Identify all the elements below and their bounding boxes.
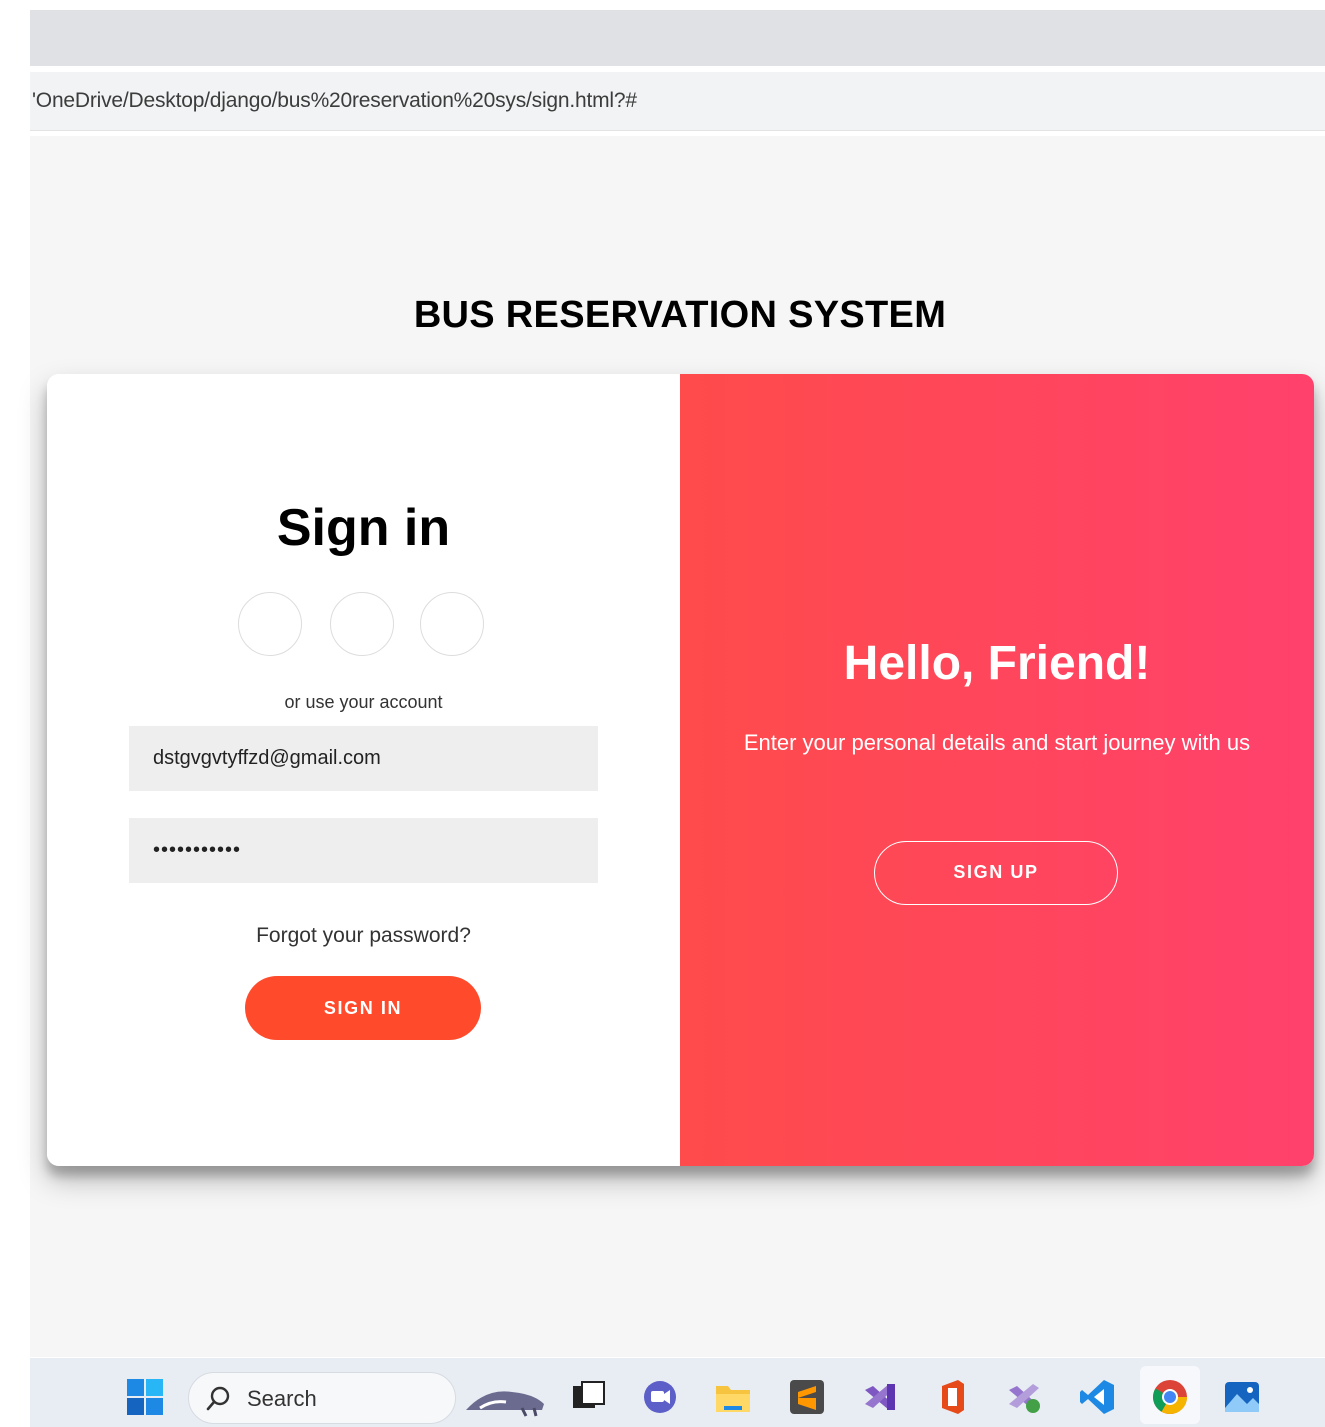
forgot-password-link[interactable]: Forgot your password? bbox=[47, 924, 680, 948]
chrome-icon[interactable] bbox=[1151, 1378, 1189, 1416]
file-explorer-icon[interactable] bbox=[714, 1378, 752, 1416]
social-login-button[interactable] bbox=[238, 592, 302, 656]
social-login-button[interactable] bbox=[420, 592, 484, 656]
taskbar-search[interactable]: Search bbox=[188, 1372, 456, 1424]
social-login-button[interactable] bbox=[330, 592, 394, 656]
windows-start-icon[interactable] bbox=[126, 1378, 164, 1416]
overlay-description: Enter your personal details and start jo… bbox=[743, 730, 1251, 755]
photos-icon[interactable] bbox=[1223, 1378, 1261, 1416]
overlay-heading: Hello, Friend! bbox=[843, 637, 1151, 690]
search-icon bbox=[206, 1386, 230, 1411]
or-use-account-text: or use your account bbox=[284, 692, 443, 712]
browser-tab-strip bbox=[30, 10, 1325, 66]
chat-icon[interactable] bbox=[641, 1378, 679, 1416]
address-bar[interactable]: 'OneDrive/Desktop/django/bus%20reservati… bbox=[30, 72, 1325, 131]
sign-up-button[interactable]: SIGN UP bbox=[874, 841, 1118, 905]
sublime-text-icon[interactable] bbox=[788, 1378, 826, 1416]
password-field[interactable]: ••••••••••• bbox=[129, 818, 598, 883]
signin-panel: Sign in or use your account dstgvgvtyffz… bbox=[47, 374, 680, 1166]
auth-card: Sign in or use your account dstgvgvtyffz… bbox=[47, 374, 1314, 1166]
overlay-panel: Hello, Friend! Enter your personal detai… bbox=[680, 374, 1314, 1166]
task-view-icon[interactable] bbox=[570, 1378, 608, 1416]
search-label: Search bbox=[247, 1386, 317, 1411]
visual-studio-icon[interactable] bbox=[861, 1378, 899, 1416]
sign-in-button[interactable]: SIGN IN bbox=[245, 976, 481, 1040]
office-icon[interactable] bbox=[934, 1378, 972, 1416]
signin-heading: Sign in bbox=[276, 499, 451, 557]
anteater-widget-icon[interactable] bbox=[462, 1374, 552, 1420]
vscode-icon[interactable] bbox=[1078, 1378, 1116, 1416]
page-title: BUS RESERVATION SYSTEM bbox=[413, 294, 947, 336]
email-field[interactable]: dstgvgvtyffzd@gmail.com bbox=[129, 726, 598, 791]
visual-studio-preview-icon[interactable] bbox=[1005, 1378, 1043, 1416]
address-url[interactable]: 'OneDrive/Desktop/django/bus%20reservati… bbox=[32, 89, 637, 113]
